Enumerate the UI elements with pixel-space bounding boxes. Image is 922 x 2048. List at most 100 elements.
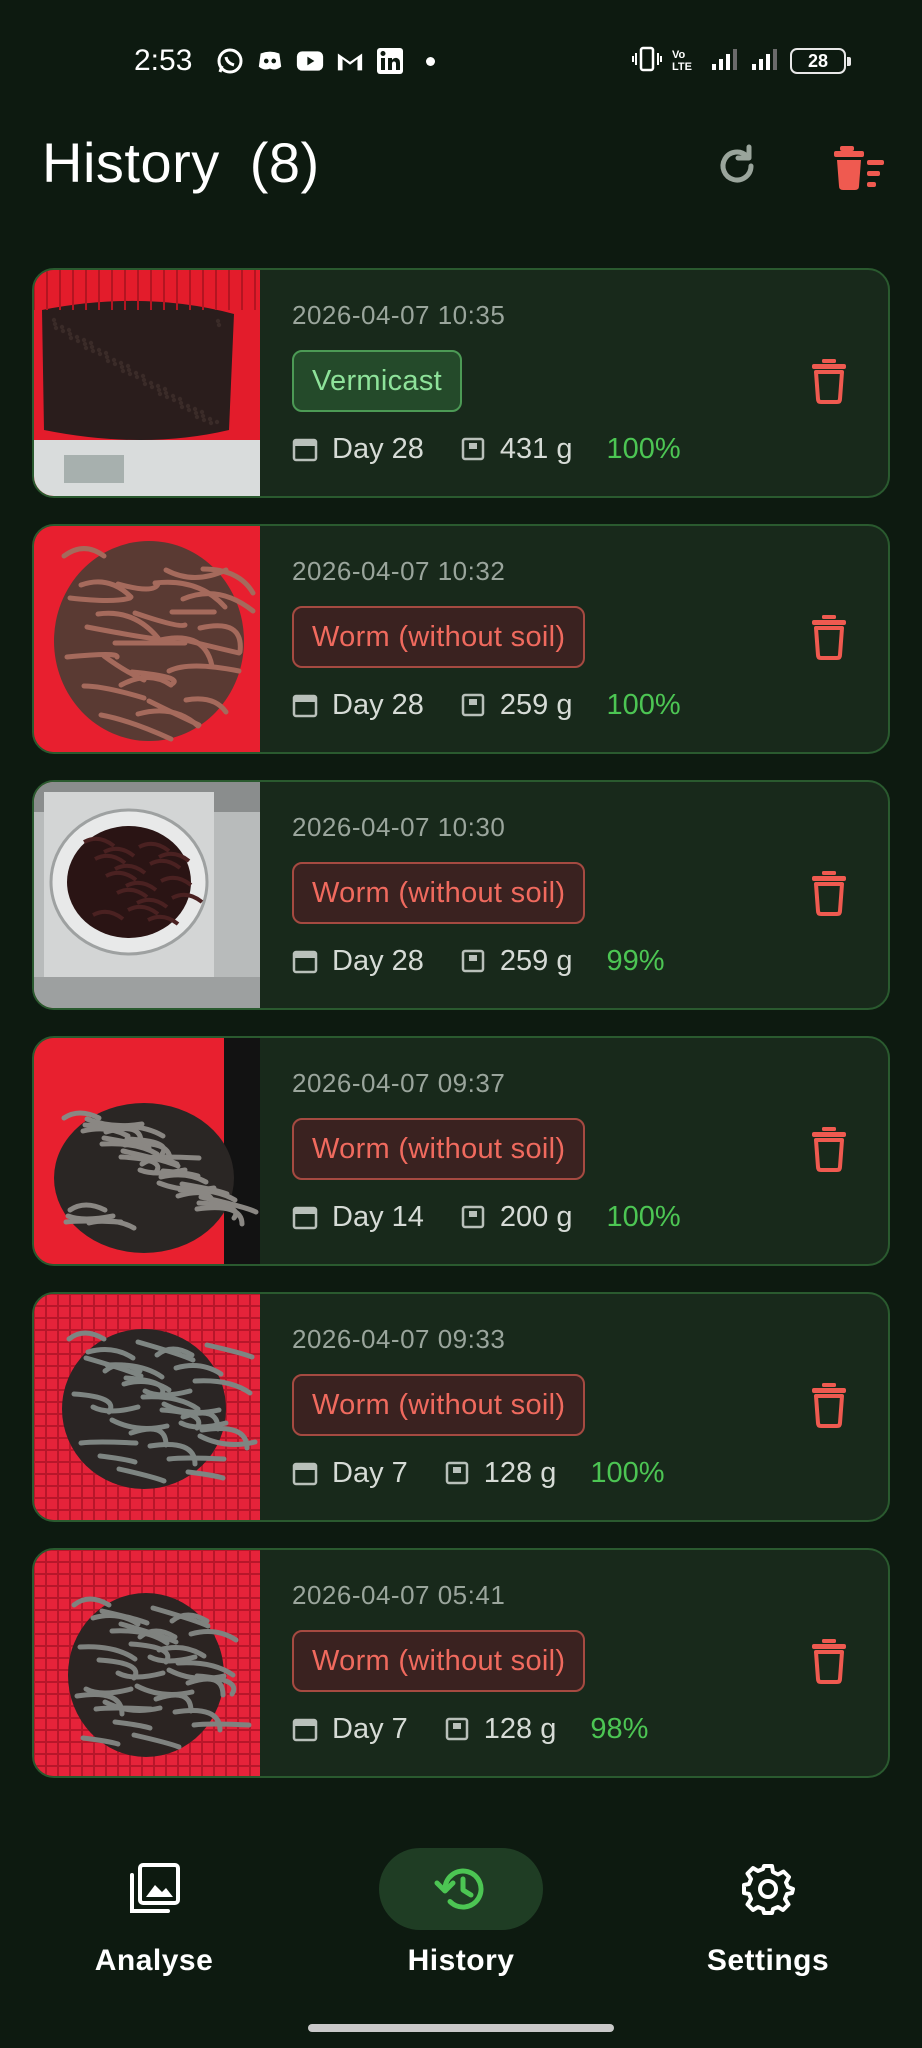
refresh-icon (720, 144, 754, 183)
sample-photo (34, 782, 260, 1008)
calendar-icon (292, 1204, 318, 1230)
calendar-icon (292, 1460, 318, 1486)
gmail-icon (336, 47, 364, 75)
card-weight: 431 g (499, 432, 573, 465)
status-bar: 2:53 Vo LTE 28 (0, 0, 922, 120)
calendar-icon (292, 1716, 318, 1742)
card-meta: Day 28 259 g 100% (292, 688, 681, 722)
whatsapp-icon (216, 47, 244, 75)
card-confidence: 100% (590, 1456, 665, 1489)
page-title-text: History (42, 131, 220, 194)
meta-weight: 259 g (460, 689, 572, 722)
battery-indicator: 28 (790, 48, 851, 74)
card-timestamp: 2026-04-07 10:32 (292, 556, 506, 586)
card-timestamp: 2026-04-07 09:37 (292, 1068, 506, 1098)
delete-button[interactable] (808, 868, 850, 918)
sample-photo (34, 270, 260, 496)
card-meta: Day 7 128 g 100% (292, 1456, 665, 1490)
scale-icon (460, 1204, 486, 1230)
clear-all-icon (834, 146, 884, 190)
classification-badge: Worm (without soil) (292, 1630, 586, 1692)
nav-history-icon-wrap (379, 1848, 543, 1930)
trash-icon (812, 1127, 846, 1172)
scale-icon (460, 948, 486, 974)
discord-icon (256, 47, 284, 75)
history-count: (8) (249, 131, 320, 194)
history-card[interactable]: 2026-04-07 10:30 Worm (without soil) Day… (32, 780, 890, 1010)
meta-weight: 431 g (460, 432, 573, 466)
card-timestamp: 2026-04-07 09:33 (292, 1324, 506, 1354)
bottom-navigation: Analyse History Settings (0, 1820, 922, 2006)
trash-icon (812, 1383, 846, 1428)
nav-settings-label: Settings (706, 1944, 830, 1977)
card-weight: 259 g (499, 944, 573, 977)
history-card[interactable]: 2026-04-07 09:33 Worm (without soil) Day… (32, 1292, 890, 1522)
card-confidence: 98% (590, 1712, 649, 1745)
delete-button[interactable] (808, 1380, 850, 1430)
gear-icon (742, 1864, 795, 1915)
status-indicators: Vo LTE 28 (632, 44, 851, 78)
trash-icon (812, 359, 846, 404)
notification-icons (216, 44, 435, 78)
history-list: 2026-04-07 10:35 Vermicast Day 28 431 g … (32, 268, 890, 1804)
card-weight: 128 g (483, 1456, 557, 1489)
gallery-icon (130, 1863, 180, 1913)
refresh-button[interactable] (711, 140, 763, 192)
nav-settings[interactable]: Settings (668, 1848, 868, 1988)
delete-button[interactable] (808, 356, 850, 406)
nav-analyse[interactable]: Analyse (54, 1848, 254, 1988)
card-day: Day 28 (332, 944, 424, 977)
linkedin-icon (376, 47, 404, 75)
nav-history[interactable]: History (361, 1848, 561, 1988)
card-day: Day 28 (332, 688, 424, 721)
classification-badge: Worm (without soil) (292, 1118, 586, 1180)
signal-2-icon (750, 46, 780, 77)
clear-all-button[interactable] (832, 138, 890, 196)
scale-icon (460, 692, 486, 718)
card-confidence: 100% (606, 432, 681, 465)
history-card[interactable]: 2026-04-07 05:41 Worm (without soil) Day… (32, 1548, 890, 1778)
meta-weight: 200 g (460, 1201, 572, 1234)
delete-button[interactable] (808, 1124, 850, 1174)
card-timestamp: 2026-04-07 10:35 (292, 300, 506, 330)
classification-badge: Worm (without soil) (292, 862, 586, 924)
page-title: History (8) (42, 130, 320, 195)
card-meta: Day 14 200 g 100% (292, 1200, 681, 1234)
meta-day: Day 28 (292, 433, 424, 466)
card-confidence: 99% (606, 944, 665, 977)
card-day: Day 14 (332, 1200, 424, 1233)
history-card[interactable]: 2026-04-07 09:37 Worm (without soil) Day… (32, 1036, 890, 1266)
classification-badge: Vermicast (292, 350, 463, 412)
card-timestamp: 2026-04-07 10:30 (292, 812, 506, 842)
card-confidence: 100% (606, 688, 681, 721)
trash-icon (812, 1639, 846, 1684)
sample-photo (34, 1550, 260, 1776)
sample-photo (34, 1038, 260, 1264)
card-confidence: 100% (606, 1200, 681, 1233)
calendar-icon (292, 436, 318, 462)
trash-icon (812, 871, 846, 916)
trash-icon (812, 615, 846, 660)
history-card[interactable]: 2026-04-07 10:35 Vermicast Day 28 431 g … (32, 268, 890, 498)
card-meta: Day 28 259 g 99% (292, 944, 665, 978)
meta-day: Day 14 (292, 1201, 424, 1234)
delete-button[interactable] (808, 612, 850, 662)
vibrate-icon (632, 45, 662, 78)
youtube-icon (296, 47, 324, 75)
scale-icon (460, 436, 486, 462)
home-indicator[interactable] (308, 2024, 614, 2032)
sample-photo (34, 526, 260, 752)
calendar-icon (292, 948, 318, 974)
card-day: Day 7 (332, 1712, 408, 1745)
history-card[interactable]: 2026-04-07 10:32 Worm (without soil) Day… (32, 524, 890, 754)
more-notifications-dot (426, 56, 435, 66)
classification-badge: Worm (without soil) (292, 1374, 586, 1436)
card-weight: 128 g (483, 1712, 557, 1745)
meta-day: Day 28 (292, 945, 424, 978)
signal-1-icon (710, 46, 740, 77)
delete-button[interactable] (808, 1636, 850, 1686)
meta-day: Day 7 (292, 1457, 408, 1490)
meta-weight: 259 g (460, 944, 573, 978)
nav-analyse-label: Analyse (94, 1944, 214, 1977)
meta-day: Day 28 (292, 689, 424, 722)
